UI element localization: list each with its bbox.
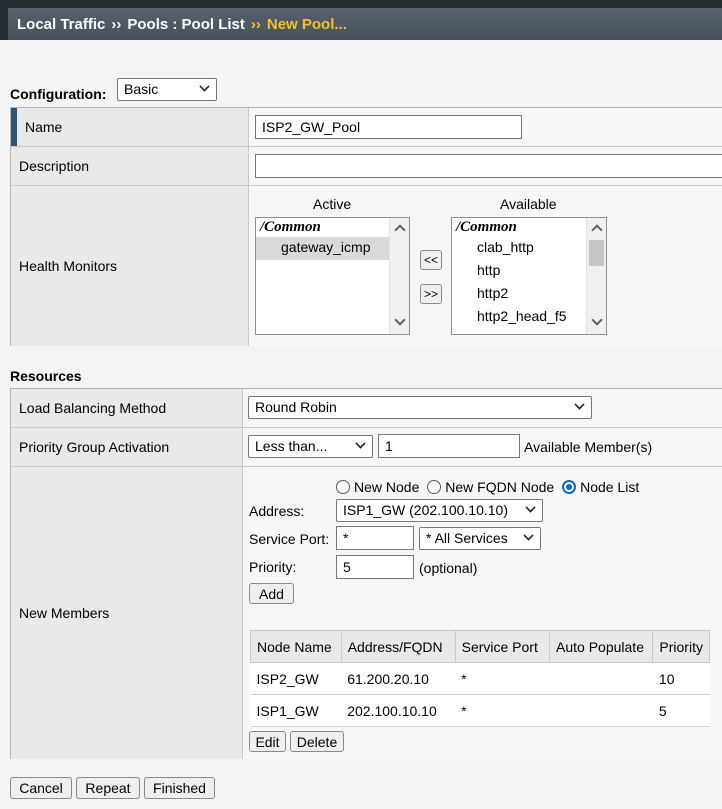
breadcrumb: Local Traffic ›› Pools : Pool List ›› New Po… bbox=[0, 0, 722, 40]
member-service-port: * bbox=[455, 694, 550, 727]
breadcrumb-separator: ›› bbox=[250, 16, 261, 33]
new-node-label[interactable]: New Node bbox=[354, 479, 419, 495]
edit-member-button[interactable]: Edit bbox=[249, 731, 286, 752]
configuration-mode-value: Basic bbox=[124, 81, 159, 97]
resources-heading: Resources bbox=[10, 368, 82, 384]
active-monitors-list[interactable]: /Common gateway_icmp bbox=[255, 217, 410, 335]
members-table: Node Name Address/FQDN Service Port Auto… bbox=[250, 630, 710, 727]
lb-method-label: Load Balancing Method bbox=[11, 389, 243, 427]
available-monitor-item[interactable]: http2_head_f5 bbox=[452, 306, 606, 329]
available-folder: /Common bbox=[456, 219, 517, 235]
move-to-active-button[interactable]: << bbox=[420, 250, 442, 270]
column-auto-populate: Auto Populate bbox=[549, 630, 654, 663]
priority-group-label: Priority Group Activation bbox=[11, 428, 243, 466]
member-priority: 10 bbox=[652, 662, 710, 695]
new-members-label: New Members bbox=[11, 467, 243, 759]
address-value: ISP1_GW (202.100.10.10) bbox=[343, 502, 508, 518]
new-fqdn-node-label[interactable]: New FQDN Node bbox=[445, 479, 554, 495]
node-list-label[interactable]: Node List bbox=[580, 479, 639, 495]
active-monitor-item[interactable]: gateway_icmp bbox=[256, 237, 389, 260]
cancel-button[interactable]: Cancel bbox=[10, 777, 72, 799]
service-select[interactable]: * All Services bbox=[419, 527, 541, 550]
chevron-down-icon bbox=[523, 530, 534, 541]
service-port-input[interactable]: * bbox=[336, 526, 414, 550]
member-node-name: ISP2_GW bbox=[250, 662, 342, 695]
available-monitor-item[interactable]: clab_http bbox=[452, 237, 606, 260]
name-label: Name bbox=[11, 108, 249, 146]
priority-hint: (optional) bbox=[419, 560, 478, 576]
breadcrumb-current: New Pool... bbox=[266, 16, 347, 33]
column-node-name: Node Name bbox=[250, 630, 342, 663]
column-service-port: Service Port bbox=[454, 630, 551, 663]
member-auto-populate bbox=[549, 694, 653, 727]
available-heading: Available bbox=[500, 196, 557, 212]
scrollbar-thumb[interactable] bbox=[589, 240, 604, 266]
priority-label: Priority: bbox=[249, 559, 297, 575]
available-monitors-list[interactable]: /Common clab_http http http2 http2_head_… bbox=[451, 217, 607, 335]
active-list-scrollbar[interactable] bbox=[389, 218, 409, 334]
new-fqdn-node-radio[interactable] bbox=[427, 480, 442, 494]
address-select[interactable]: ISP1_GW (202.100.10.10) bbox=[336, 499, 543, 522]
chevron-down-icon bbox=[199, 81, 210, 92]
configuration-mode-select[interactable]: Basic bbox=[117, 78, 217, 101]
member-type-radio-group: New Node New FQDN Node Node List bbox=[336, 479, 639, 495]
available-list-scrollbar[interactable] bbox=[586, 218, 606, 334]
priority-input[interactable]: 5 bbox=[336, 555, 414, 579]
node-list-radio[interactable] bbox=[562, 480, 577, 494]
required-marker bbox=[11, 108, 17, 146]
lb-method-value: Round Robin bbox=[255, 399, 337, 415]
delete-member-button[interactable]: Delete bbox=[290, 731, 344, 752]
members-table-header: Node Name Address/FQDN Service Port Auto… bbox=[250, 630, 710, 663]
priority-group-select[interactable]: Less than... bbox=[248, 435, 373, 458]
scroll-down-icon bbox=[591, 314, 603, 326]
description-label: Description bbox=[11, 147, 249, 185]
breadcrumb-pool-list[interactable]: Pools : Pool List bbox=[127, 16, 245, 33]
column-priority: Priority bbox=[652, 630, 710, 663]
table-row[interactable]: ISP1_GW 202.100.10.10 * 5 bbox=[250, 694, 710, 727]
address-label: Address: bbox=[249, 503, 305, 519]
name-input[interactable]: ISP2_GW_Pool bbox=[255, 115, 522, 139]
column-address: Address/FQDN bbox=[340, 630, 456, 663]
scroll-up-icon bbox=[591, 224, 603, 236]
active-heading: Active bbox=[313, 196, 352, 212]
priority-group-count-input[interactable]: 1 bbox=[378, 434, 520, 458]
move-to-available-button[interactable]: >> bbox=[420, 284, 442, 304]
member-address: 61.200.20.10 bbox=[341, 662, 456, 695]
scroll-down-icon bbox=[394, 314, 406, 326]
table-row[interactable]: ISP2_GW 61.200.20.10 * 10 bbox=[250, 662, 710, 695]
priority-group-value: Less than... bbox=[255, 438, 328, 454]
member-service-port: * bbox=[455, 662, 550, 695]
configuration-label: Configuration: bbox=[10, 86, 107, 102]
lb-method-select[interactable]: Round Robin bbox=[248, 396, 592, 419]
member-auto-populate bbox=[549, 662, 653, 695]
available-monitor-item[interactable]: http bbox=[452, 260, 606, 283]
description-input[interactable] bbox=[255, 154, 722, 178]
service-value: * All Services bbox=[426, 530, 508, 546]
service-port-label: Service Port: bbox=[249, 531, 330, 547]
chevron-down-icon bbox=[525, 502, 536, 513]
member-priority: 5 bbox=[652, 694, 710, 727]
member-address: 202.100.10.10 bbox=[341, 694, 456, 727]
member-node-name: ISP1_GW bbox=[250, 694, 342, 727]
breadcrumb-local-traffic[interactable]: Local Traffic bbox=[17, 16, 105, 33]
new-node-radio[interactable] bbox=[336, 480, 350, 494]
available-monitor-item[interactable]: http2 bbox=[452, 283, 606, 306]
finished-button[interactable]: Finished bbox=[144, 777, 215, 799]
add-member-button[interactable]: Add bbox=[249, 583, 294, 604]
active-folder: /Common bbox=[260, 219, 321, 235]
breadcrumb-separator: ›› bbox=[111, 16, 122, 33]
scroll-up-icon bbox=[394, 224, 406, 236]
health-monitors-label: Health Monitors bbox=[11, 186, 249, 346]
chevron-down-icon bbox=[355, 438, 366, 449]
repeat-button[interactable]: Repeat bbox=[76, 777, 140, 799]
chevron-down-icon bbox=[574, 399, 585, 410]
priority-group-suffix: Available Member(s) bbox=[524, 439, 653, 455]
